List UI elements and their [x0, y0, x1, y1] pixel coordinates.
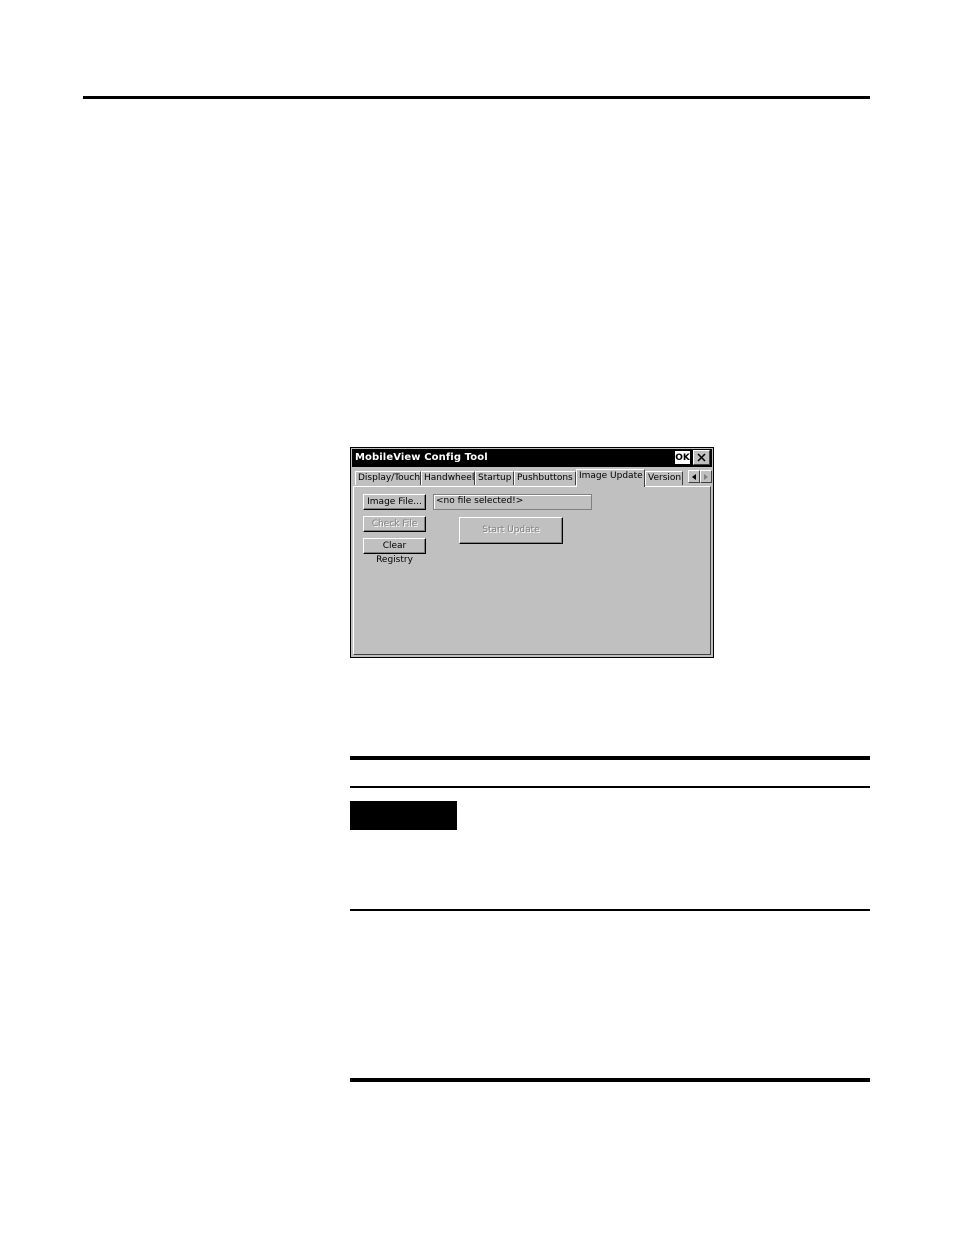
tab-handwheel[interactable]: Handwheel	[421, 471, 475, 485]
tab-image-update[interactable]: Image Update	[576, 469, 645, 487]
config-tool-dialog: MobileView Config Tool OK Display/Touch …	[350, 447, 714, 658]
image-update-panel	[353, 486, 711, 655]
tab-pushbuttons[interactable]: Pushbuttons	[514, 471, 576, 485]
section-rule-middle	[350, 909, 870, 911]
arrow-right-icon	[704, 474, 708, 480]
section-rule-bottom	[350, 1078, 870, 1082]
label-block	[350, 801, 457, 830]
selected-file-field: <no file selected!>	[433, 494, 592, 510]
tab-startup[interactable]: Startup	[475, 471, 514, 485]
start-update-button[interactable]: Start Update	[459, 517, 563, 544]
title-bar[interactable]: MobileView Config Tool OK	[352, 449, 712, 467]
section-rule-header	[350, 786, 870, 788]
section-rule-top	[350, 756, 870, 760]
ok-button[interactable]: OK	[674, 450, 691, 465]
clear-registry-button[interactable]: Clear Registry	[363, 538, 426, 565]
tab-version[interactable]: Version	[645, 471, 683, 485]
page-top-rule	[83, 96, 870, 99]
arrow-left-icon	[692, 474, 696, 480]
check-file-button[interactable]: Check File	[363, 516, 426, 532]
tab-scroll-right[interactable]	[700, 470, 712, 483]
close-button[interactable]	[693, 450, 710, 465]
tab-scroll-left[interactable]	[688, 470, 700, 483]
close-icon	[697, 453, 706, 462]
window-title: MobileView Config Tool	[355, 452, 488, 463]
image-file-button[interactable]: Image File...	[363, 494, 426, 510]
tab-display-touch[interactable]: Display/Touch	[355, 471, 421, 485]
